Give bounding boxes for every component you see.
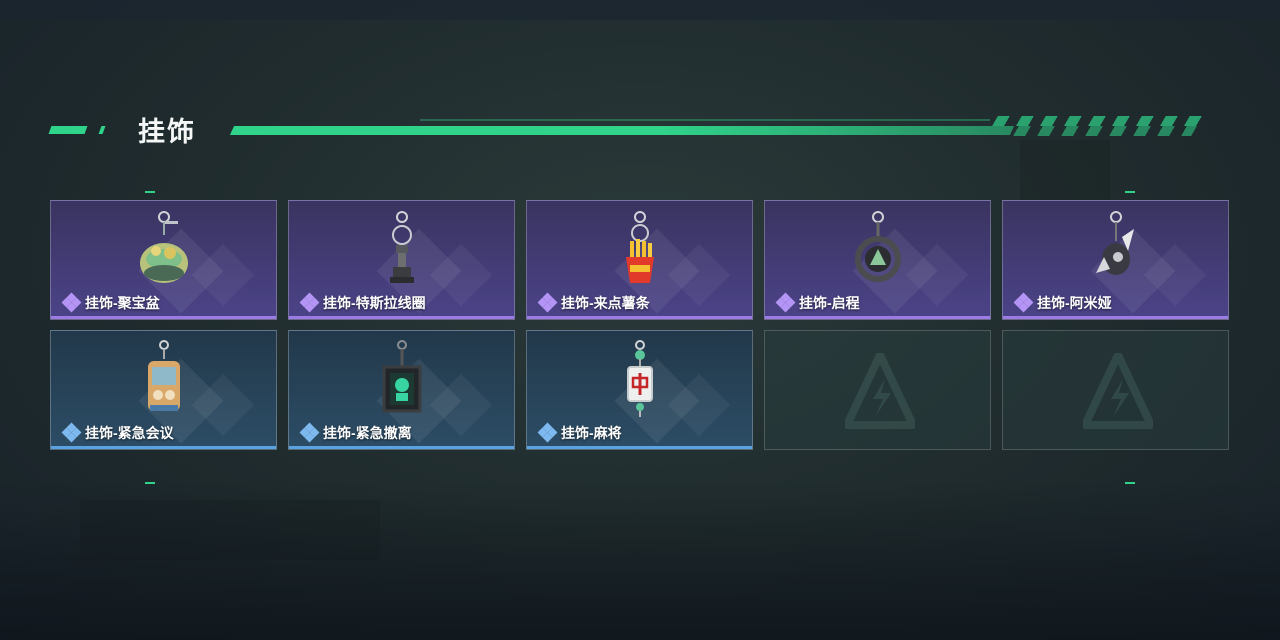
rarity-stripe [527, 316, 752, 319]
charm-card[interactable]: 挂饰-来点薯条 [526, 200, 753, 320]
header-accent-bar [48, 126, 88, 134]
charm-name: 挂饰-麻将 [561, 425, 622, 441]
rarity-stripe [289, 316, 514, 319]
charm-name: 挂饰-紧急撤离 [323, 425, 412, 441]
charm-label: 挂饰-紧急撤离 [299, 422, 412, 443]
rarity-gem-icon [537, 422, 558, 443]
charm-label: 挂饰-紧急会议 [61, 422, 174, 443]
empty-slot-logo-icon [1083, 353, 1153, 429]
emergency-evac-charm-icon [382, 340, 422, 413]
charm-label: 挂饰-特斯拉线圈 [299, 292, 426, 313]
empty-slot[interactable] [764, 330, 991, 450]
rarity-gem-icon [1013, 292, 1034, 313]
ring-charm-icon [855, 211, 901, 282]
empty-slot[interactable] [1002, 330, 1229, 450]
corner-tick [145, 191, 155, 193]
charm-name: 挂饰-紧急会议 [85, 425, 174, 441]
charm-name: 挂饰-阿米娅 [1037, 295, 1112, 311]
charm-card[interactable]: 挂饰-阿米娅 [1002, 200, 1229, 320]
rarity-gem-icon [61, 292, 82, 313]
treasure-bowl-charm-icon [140, 211, 188, 283]
charm-name: 挂饰-启程 [799, 295, 860, 311]
rarity-gem-icon [537, 292, 558, 313]
emergency-meeting-charm-icon [148, 340, 180, 411]
charm-card[interactable]: 挂饰-麻将 [526, 330, 753, 450]
amiya-charm-icon [1096, 211, 1134, 275]
charm-card[interactable]: 挂饰-特斯拉线圈 [288, 200, 515, 320]
corner-tick [145, 482, 155, 484]
fries-charm-icon [626, 211, 654, 283]
rarity-stripe [1003, 316, 1228, 319]
charm-label: 挂饰-来点薯条 [537, 292, 650, 313]
rarity-gem-icon [299, 422, 320, 443]
charm-label: 挂饰-聚宝盆 [61, 292, 160, 313]
charm-card[interactable]: 挂饰-紧急会议 [50, 330, 277, 450]
rarity-stripe [765, 316, 990, 319]
rarity-gem-icon [775, 292, 796, 313]
rarity-stripe [289, 446, 514, 449]
header-accent-tick [98, 126, 106, 134]
rarity-gem-icon [61, 422, 82, 443]
top-band [0, 0, 1280, 20]
rarity-gem-icon [299, 292, 320, 313]
charm-name: 挂饰-聚宝盆 [85, 295, 160, 311]
charm-label: 挂饰-麻将 [537, 422, 622, 443]
charm-card[interactable]: 挂饰-启程 [764, 200, 991, 320]
charm-label: 挂饰-阿米娅 [1013, 292, 1112, 313]
background-ground [0, 480, 1280, 640]
corner-tick [1125, 482, 1135, 484]
page-title: 挂饰 [138, 117, 196, 147]
header-checker-decoration-lower [1001, 126, 1197, 136]
rarity-stripe [51, 316, 276, 319]
mahjong-charm-icon [627, 340, 653, 417]
charm-card[interactable]: 挂饰-聚宝盆 [50, 200, 277, 320]
rarity-stripe [527, 446, 752, 449]
rarity-stripe [51, 446, 276, 449]
charm-card[interactable]: 挂饰-紧急撤离 [288, 330, 515, 450]
header-progress-line [229, 126, 1015, 135]
empty-slot-logo-icon [845, 353, 915, 429]
charm-label: 挂饰-启程 [775, 292, 860, 313]
charm-name: 挂饰-来点薯条 [561, 295, 650, 311]
header-thin-line [420, 119, 990, 121]
corner-tick [1125, 191, 1135, 193]
charm-name: 挂饰-特斯拉线圈 [323, 295, 426, 311]
tesla-coil-charm-icon [390, 211, 414, 283]
